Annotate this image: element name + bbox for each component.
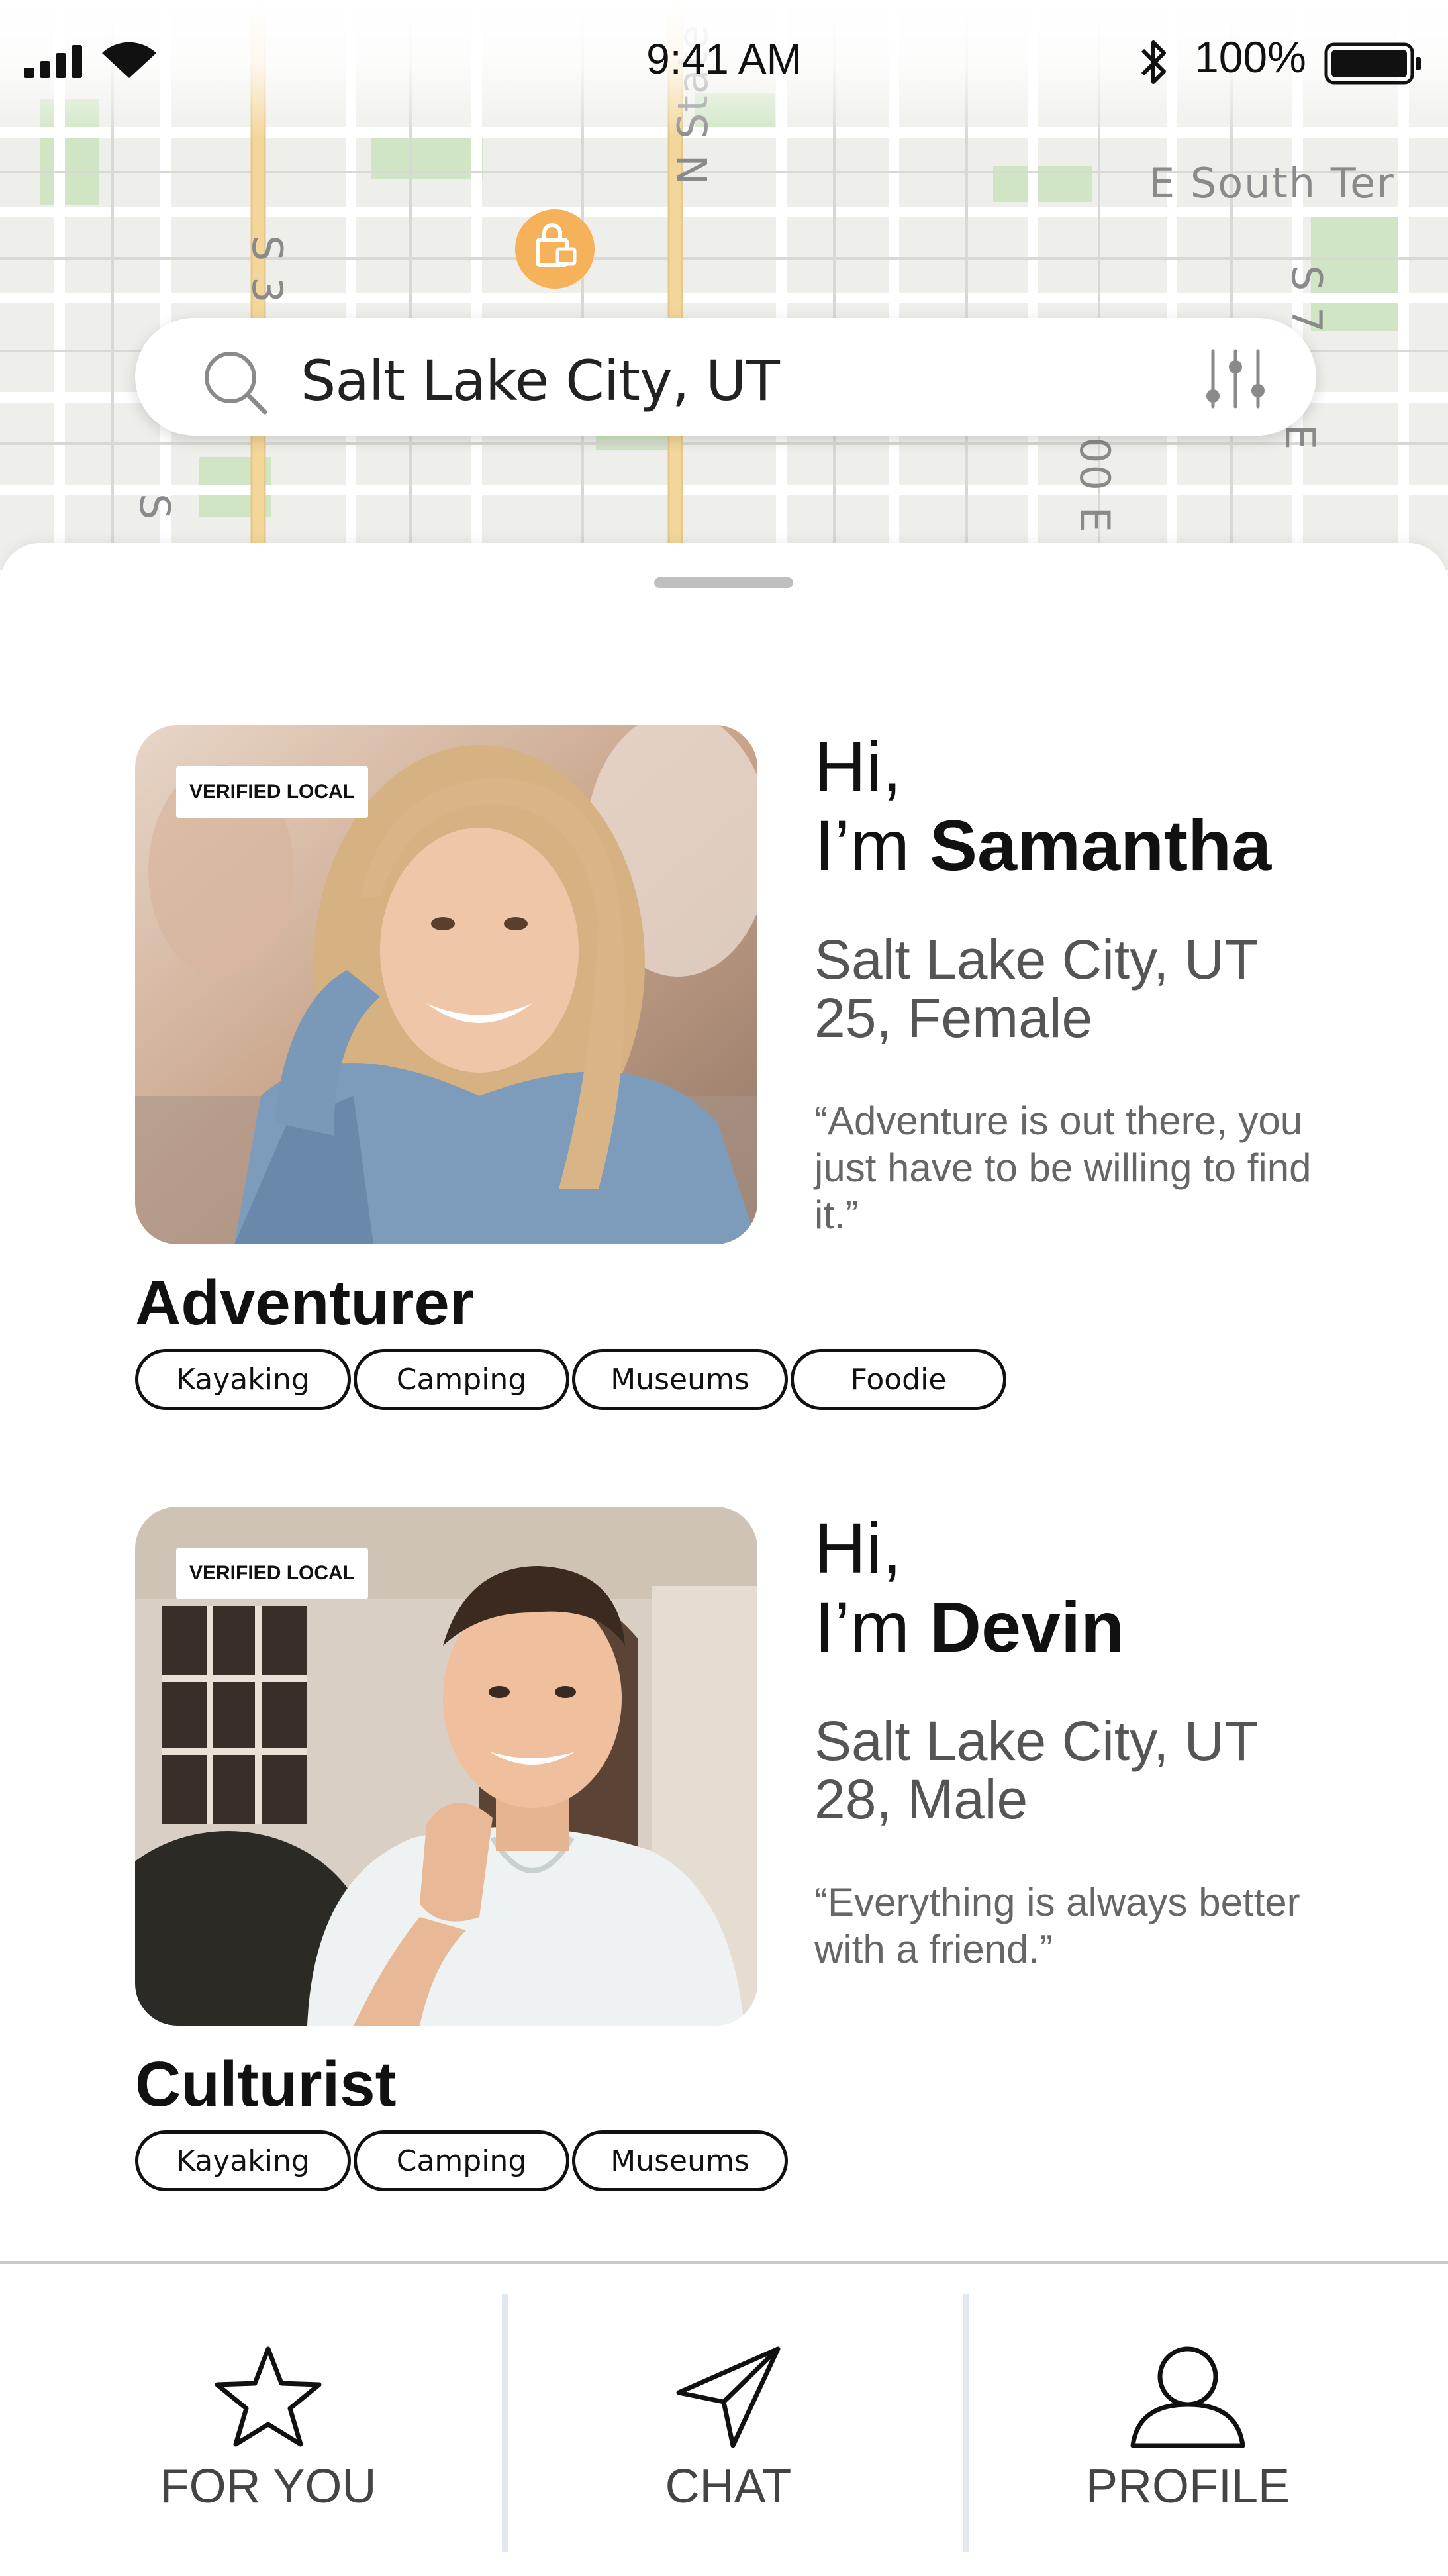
- map-label-s: S: [130, 493, 179, 521]
- profile-persona: Adventurer: [135, 1267, 475, 1338]
- star-icon: [215, 2346, 322, 2447]
- nav-label: CHAT: [665, 2460, 792, 2513]
- greeting-prefix: I’m: [814, 805, 910, 885]
- profile-name: Samantha: [929, 805, 1272, 885]
- verified-local-badge: VERIFIED LOCAL: [176, 766, 369, 818]
- interest-tags: Kayaking Camping Museums: [135, 2130, 791, 2191]
- nav-chat[interactable]: CHAT: [497, 2264, 960, 2576]
- location-search-bar[interactable]: Salt Lake City, UT: [135, 318, 1316, 436]
- status-bar: 9:41 AM 100%: [0, 0, 1448, 113]
- interest-tag[interactable]: Kayaking: [135, 2130, 351, 2191]
- send-icon: [676, 2346, 781, 2448]
- map-label-south-ter: E South Ter: [1149, 159, 1395, 207]
- greeting-prefix: I’m: [814, 1586, 910, 1667]
- search-icon: [205, 352, 267, 415]
- greeting: Hi, I’m Samantha: [814, 726, 1272, 885]
- filter-sliders-icon[interactable]: [1204, 347, 1267, 411]
- interest-tag[interactable]: Camping: [354, 1349, 569, 1410]
- nav-for-you[interactable]: FOR YOU: [36, 2264, 500, 2576]
- battery-icon: [1324, 42, 1421, 85]
- profile-quote: “Adventure is out there, you just have t…: [814, 1099, 1312, 1237]
- map-label-00e: 00 E: [1071, 437, 1119, 534]
- greeting: Hi, I’m Devin: [814, 1509, 1124, 1667]
- battery-percent: 100%: [1194, 32, 1306, 81]
- map-label-s3: S 3: [243, 235, 291, 305]
- profile-location: Salt Lake City, UT: [814, 1710, 1259, 1772]
- verified-local-badge: VERIFIED LOCAL: [176, 1548, 369, 1599]
- map-label-s7: S 7: [1282, 265, 1331, 334]
- shopping-marker-icon[interactable]: [514, 208, 596, 290]
- interest-tag[interactable]: Kayaking: [135, 1349, 351, 1410]
- profile-persona: Culturist: [135, 2049, 397, 2120]
- interest-tag[interactable]: Museums: [572, 1349, 788, 1410]
- user-icon: [1130, 2346, 1245, 2448]
- sheet-drag-handle[interactable]: [654, 577, 793, 588]
- nav-profile[interactable]: PROFILE: [956, 2264, 1420, 2576]
- interest-tag[interactable]: Foodie: [791, 1349, 1006, 1410]
- bluetooth-icon: [1141, 40, 1166, 84]
- nav-label: FOR YOU: [160, 2460, 377, 2513]
- profile-photo[interactable]: VERIFIED LOCAL: [135, 1507, 757, 2026]
- profile-location: Salt Lake City, UT: [814, 928, 1259, 991]
- search-input[interactable]: Salt Lake City, UT: [301, 348, 780, 413]
- interest-tags: Kayaking Camping Museums Foodie: [135, 1349, 1009, 1410]
- profile-age-gender: 25, Female: [814, 987, 1093, 1049]
- profile-quote: “Everything is always better with a frie…: [814, 1880, 1300, 1971]
- bottom-nav: FOR YOU CHAT PROFILE: [0, 2261, 1448, 2576]
- profile-photo[interactable]: VERIFIED LOCAL: [135, 725, 757, 1244]
- nav-label: PROFILE: [1085, 2460, 1290, 2513]
- profile-name: Devin: [929, 1586, 1125, 1667]
- greeting-hi: Hi,: [814, 1508, 902, 1588]
- greeting-hi: Hi,: [814, 726, 902, 807]
- interest-tag[interactable]: Museums: [572, 2130, 788, 2191]
- interest-tag[interactable]: Camping: [354, 2130, 569, 2191]
- profile-age-gender: 28, Male: [814, 1768, 1028, 1830]
